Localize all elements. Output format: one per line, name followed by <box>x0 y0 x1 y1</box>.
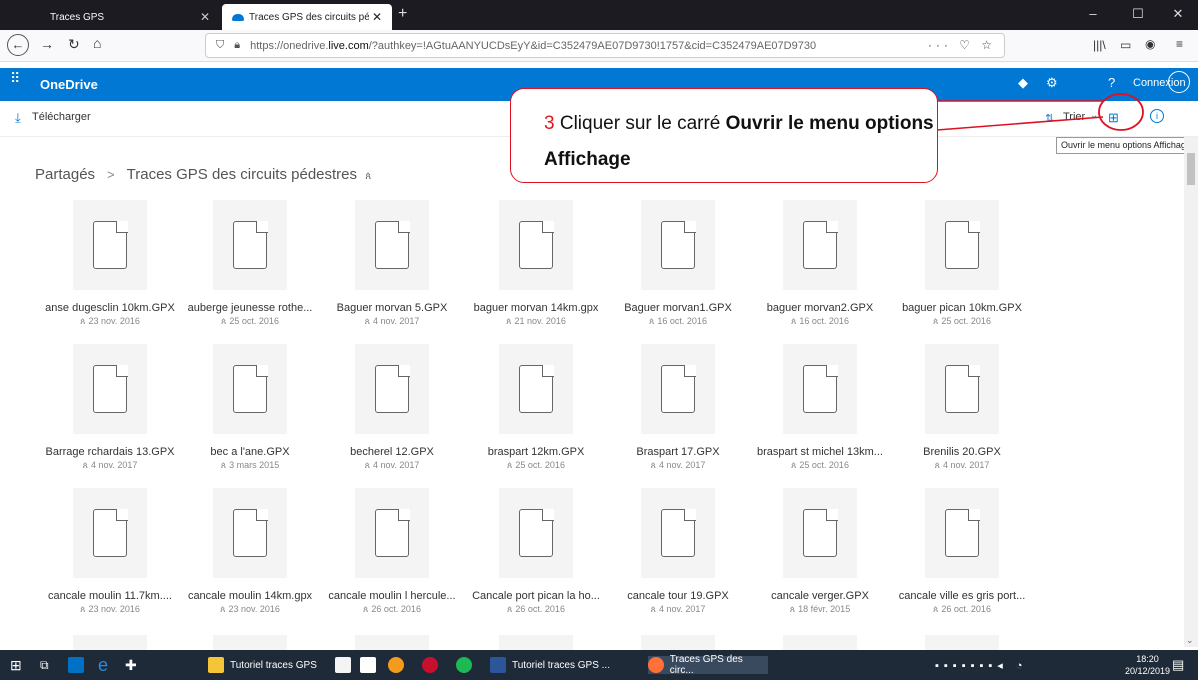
step-number: 3 <box>544 113 555 134</box>
tutorial-callout: 3 Cliquer sur le carré Ouvrir le menu op… <box>510 88 938 183</box>
callout-text: Cliquer sur le carré <box>554 113 726 134</box>
